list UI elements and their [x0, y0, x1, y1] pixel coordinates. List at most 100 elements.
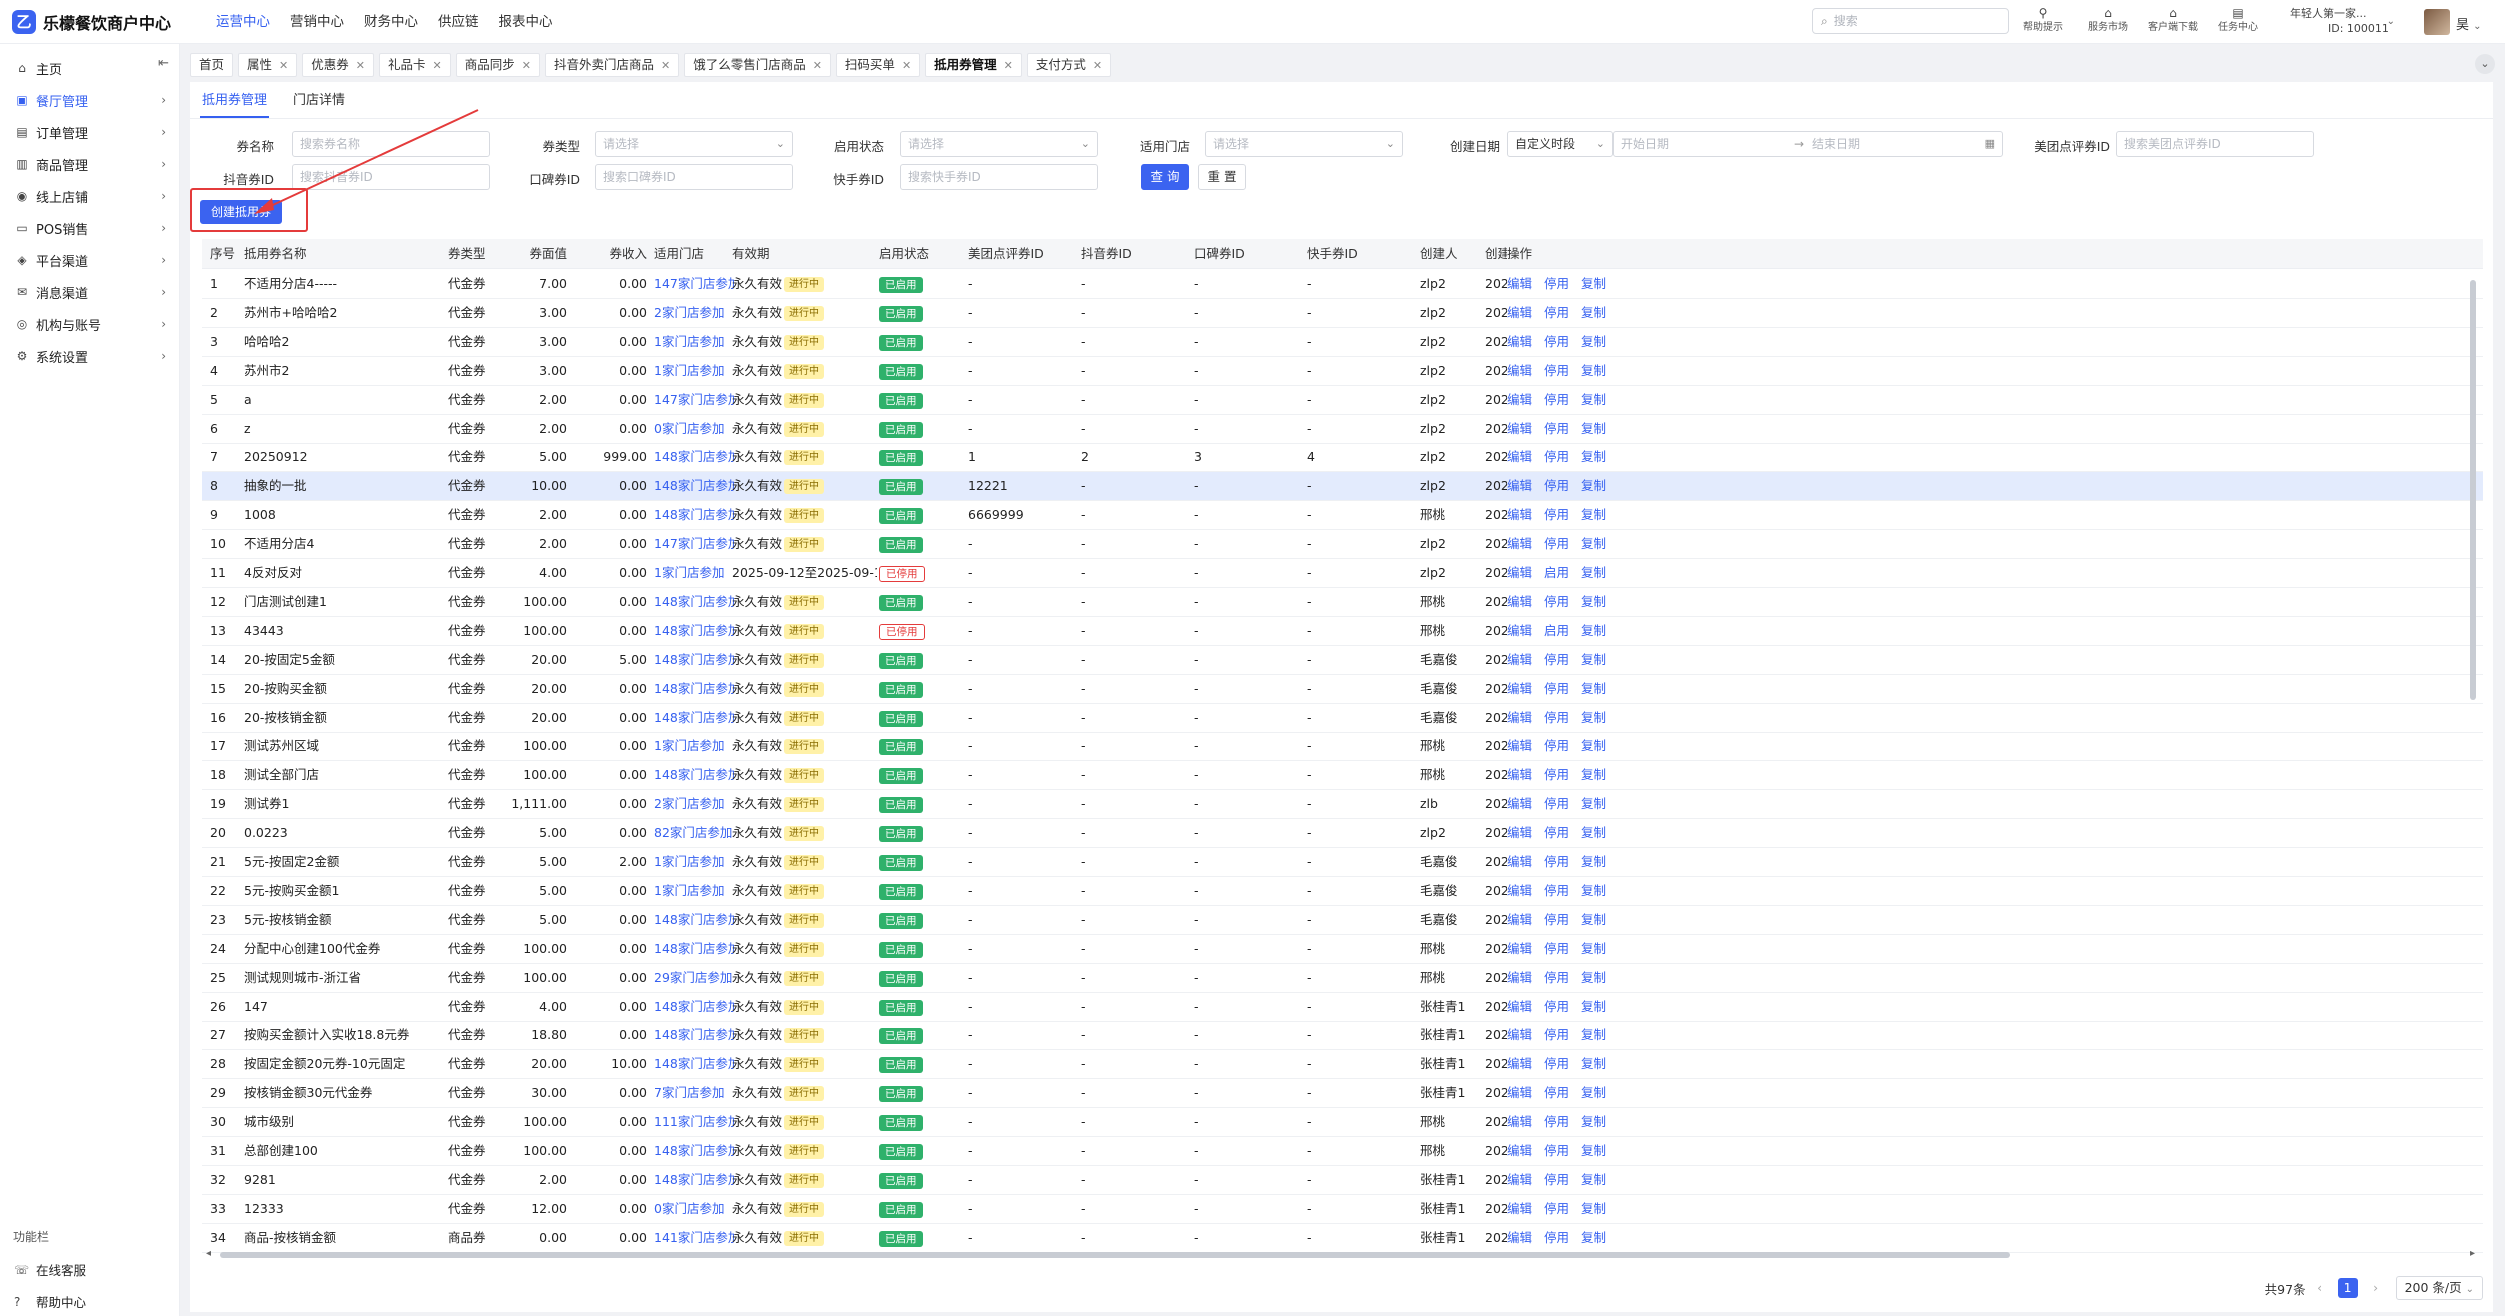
top-nav-item[interactable]: 财务中心: [354, 0, 428, 44]
row-action-link[interactable]: 停用: [1544, 1085, 1569, 1100]
store-count-link[interactable]: 148家门店参加: [654, 993, 734, 1021]
store-count-link[interactable]: 148家门店参加: [654, 675, 734, 703]
table-row[interactable]: 26 147 代金券 4.00 0.00 148家门店参加 永久有效 进行中 已启用 - - - - 张桂…: [202, 993, 2483, 1022]
row-action-link[interactable]: 复制: [1581, 883, 1606, 898]
row-action-link[interactable]: 复制: [1581, 565, 1606, 580]
collapse-sidebar-icon[interactable]: ⇤: [158, 56, 169, 71]
prev-page-icon[interactable]: ‹: [2310, 1278, 2330, 1298]
next-page-icon[interactable]: ›: [2366, 1278, 2386, 1298]
row-action-link[interactable]: 复制: [1581, 305, 1606, 320]
close-icon[interactable]: ✕: [1093, 59, 1102, 72]
row-action-link[interactable]: 停用: [1544, 1027, 1569, 1042]
row-action-link[interactable]: 编辑: [1507, 1143, 1532, 1158]
store-count-link[interactable]: 148家门店参加: [654, 588, 734, 616]
row-action-link[interactable]: 停用: [1544, 1056, 1569, 1071]
row-action-link[interactable]: 停用: [1544, 478, 1569, 493]
page-tab[interactable]: 扫码买单 ✕: [835, 53, 921, 77]
row-action-link[interactable]: 编辑: [1507, 1172, 1532, 1187]
table-row[interactable]: 4 苏州市2 代金券 3.00 0.00 1家门店参加 永久有效 进行中 已启用 - - - - zlp2…: [202, 357, 2483, 386]
store-count-link[interactable]: 1家门店参加: [654, 559, 734, 587]
row-action-link[interactable]: 停用: [1544, 999, 1569, 1014]
row-action-link[interactable]: 停用: [1544, 449, 1569, 464]
row-action-link[interactable]: 编辑: [1507, 334, 1532, 349]
row-action-link[interactable]: 编辑: [1507, 565, 1532, 580]
table-row[interactable]: 2 苏州市+哈哈哈2 代金券 3.00 0.00 2家门店参加 永久有效 进行中 已启用 - - - -…: [202, 299, 2483, 328]
tabs-more-chevron-icon[interactable]: ⌄: [2475, 54, 2495, 74]
row-action-link[interactable]: 停用: [1544, 1114, 1569, 1129]
store-count-link[interactable]: 0家门店参加: [654, 1195, 734, 1223]
coupon-type-select[interactable]: 请选择 ⌄: [595, 131, 793, 157]
row-action-link[interactable]: 编辑: [1507, 594, 1532, 609]
sidebar-item[interactable]: ◎ 机构与账号 ›: [0, 308, 180, 340]
row-action-link[interactable]: 编辑: [1507, 710, 1532, 725]
row-action-link[interactable]: 停用: [1544, 970, 1569, 985]
reset-button[interactable]: 重 置: [1198, 164, 1246, 190]
top-shortcut-2[interactable]: ⌂ 客户端下载: [2143, 6, 2203, 35]
table-row[interactable]: 1 不适用分店4----- 代金券 7.00 0.00 147家门店参加 永久有效 进行中 已启…: [202, 270, 2483, 299]
row-action-link[interactable]: 复制: [1581, 767, 1606, 782]
page-tab[interactable]: 首页: [190, 53, 234, 77]
row-action-link[interactable]: 编辑: [1507, 912, 1532, 927]
store-count-link[interactable]: 2家门店参加: [654, 790, 734, 818]
table-row[interactable]: 29 按核销金额30元代金券 代金券 30.00 0.00 7家门店参加 永久有效 进行中 已启…: [202, 1079, 2483, 1109]
koubei-id-input[interactable]: [595, 164, 793, 190]
store-select[interactable]: 请选择 ⌄: [1205, 131, 1403, 157]
row-action-link[interactable]: 编辑: [1507, 449, 1532, 464]
row-action-link[interactable]: 停用: [1544, 334, 1569, 349]
table-row[interactable]: 23 5元-按核销金额 代金券 5.00 0.00 148家门店参加 永久有效 进行中 已启用 -…: [202, 906, 2483, 935]
page-tab[interactable]: 抖音外卖门店商品 ✕: [544, 53, 680, 77]
scroll-right-icon[interactable]: ▸: [2470, 1248, 2475, 1259]
table-row[interactable]: 19 测试券1 代金券 1,111.00 0.00 2家门店参加 永久有效 进行中 已启用 - - -…: [202, 790, 2483, 820]
row-action-link[interactable]: 复制: [1581, 1143, 1606, 1158]
top-search-input[interactable]: [1833, 14, 1994, 28]
row-action-link[interactable]: 编辑: [1507, 854, 1532, 869]
close-icon[interactable]: ✕: [433, 59, 442, 72]
table-row[interactable]: 13 43443 代金券 100.00 0.00 148家门店参加 永久有效 进行中 已停用 - -…: [202, 617, 2483, 646]
table-row[interactable]: 34 商品-按核销金额 商品券 0.00 0.00 141家门店参加 永久有效 进行中 已启用 -…: [202, 1224, 2483, 1253]
row-action-link[interactable]: 复制: [1581, 854, 1606, 869]
horizontal-scrollbar[interactable]: [220, 1252, 2010, 1258]
row-action-link[interactable]: 编辑: [1507, 738, 1532, 753]
brand[interactable]: 乙 乐檬餐饮商户中心: [12, 9, 194, 34]
close-icon[interactable]: ✕: [522, 59, 531, 72]
row-action-link[interactable]: 停用: [1544, 1172, 1569, 1187]
store-count-link[interactable]: 111家门店参加: [654, 1108, 734, 1136]
store-count-link[interactable]: 1家门店参加: [654, 848, 734, 876]
table-row[interactable]: 27 按购买金额计入实收18.8元券 代金券 18.80 0.00 148家门店参加 永久有…: [202, 1021, 2483, 1051]
row-action-link[interactable]: 编辑: [1507, 825, 1532, 840]
sidebar-item[interactable]: ▣ 餐厅管理 ›: [0, 84, 180, 116]
row-action-link[interactable]: 复制: [1581, 478, 1606, 493]
row-action-link[interactable]: 编辑: [1507, 305, 1532, 320]
top-nav-item[interactable]: 报表中心: [489, 0, 563, 44]
store-count-link[interactable]: 1家门店参加: [654, 357, 734, 385]
table-row[interactable]: 21 5元-按固定2金额 代金券 5.00 2.00 1家门店参加 永久有效 进行中 已启用 - -…: [202, 848, 2483, 877]
close-icon[interactable]: ✕: [813, 59, 822, 72]
store-count-link[interactable]: 148家门店参加: [654, 1137, 734, 1165]
table-row[interactable]: 28 按固定金额20元券-10元固定 代金券 20.00 10.00 148家门店参加 永久…: [202, 1050, 2483, 1080]
date-range-picker[interactable]: 开始日期 → 结束日期 ▦: [1613, 131, 2003, 157]
sidebar-item[interactable]: ◈ 平台渠道 ›: [0, 244, 180, 276]
row-action-link[interactable]: 停用: [1544, 594, 1569, 609]
page-tab[interactable]: 抵用券管理 ✕: [925, 53, 1022, 77]
row-action-link[interactable]: 复制: [1581, 1114, 1606, 1129]
sidebar-item[interactable]: ▤ 订单管理 ›: [0, 116, 180, 148]
sidebar-item[interactable]: ⌂ 主页: [0, 52, 180, 84]
row-action-link[interactable]: 停用: [1544, 652, 1569, 667]
row-action-link[interactable]: 编辑: [1507, 536, 1532, 551]
row-action-link[interactable]: 停用: [1544, 1143, 1569, 1158]
row-action-link[interactable]: 编辑: [1507, 883, 1532, 898]
top-search[interactable]: ⌕: [1812, 8, 2009, 34]
row-action-link[interactable]: 编辑: [1507, 1114, 1532, 1129]
table-row[interactable]: 14 20-按固定5金额 代金券 20.00 5.00 148家门店参加 永久有效 进行中 已启…: [202, 646, 2483, 675]
row-action-link[interactable]: 复制: [1581, 652, 1606, 667]
table-row[interactable]: 31 总部创建100 代金券 100.00 0.00 148家门店参加 永久有效 进行中 已启用…: [202, 1137, 2483, 1166]
page-tab[interactable]: 礼品卡 ✕: [378, 53, 451, 77]
table-row[interactable]: 15 20-按购买金额 代金券 20.00 0.00 148家门店参加 永久有效 进行中 已启用…: [202, 675, 2483, 704]
store-count-link[interactable]: 1家门店参加: [654, 328, 734, 356]
row-action-link[interactable]: 复制: [1581, 1230, 1606, 1245]
page-tab[interactable]: 支付方式 ✕: [1026, 53, 1112, 77]
row-action-link[interactable]: 复制: [1581, 1085, 1606, 1100]
row-action-link[interactable]: 复制: [1581, 912, 1606, 927]
store-count-link[interactable]: 82家门店参加: [654, 819, 734, 847]
enable-status-select[interactable]: 请选择 ⌄: [900, 131, 1098, 157]
